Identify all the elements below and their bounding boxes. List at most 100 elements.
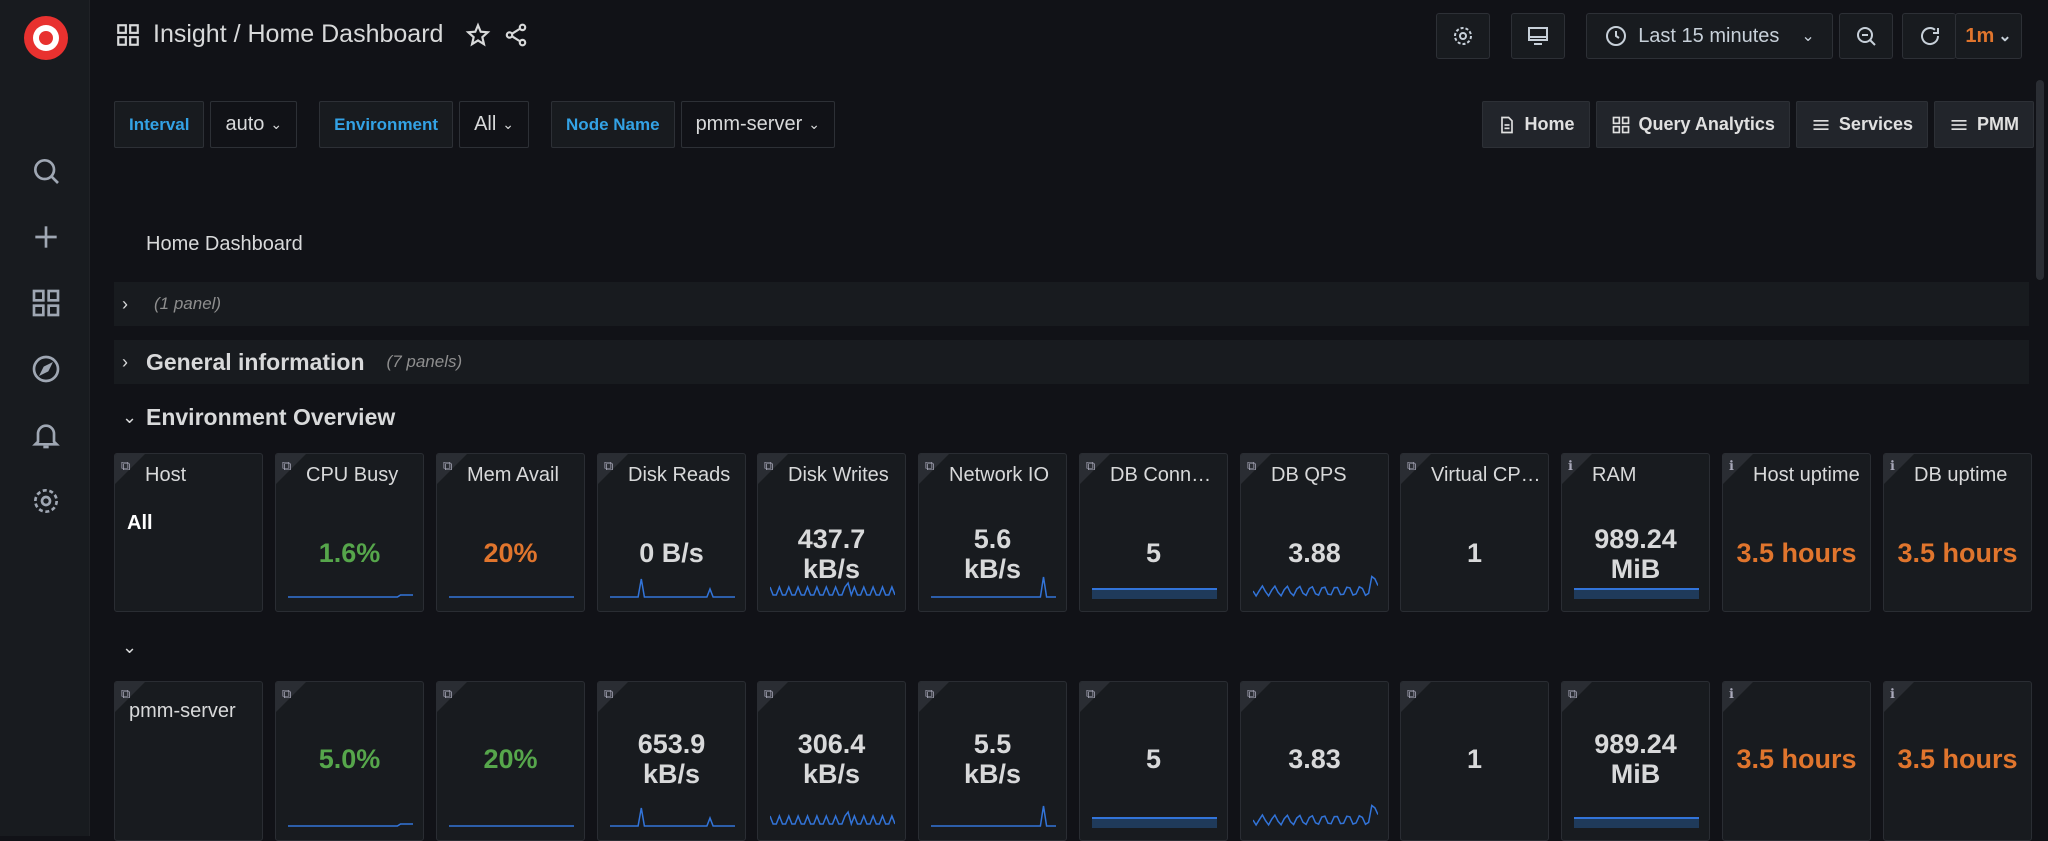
sparkline: [1092, 588, 1217, 599]
external-link-icon[interactable]: ⧉: [121, 458, 130, 474]
stat-panel[interactable]: ⧉ DB QPS 3.88: [1240, 453, 1389, 612]
plus-icon[interactable]: [26, 217, 66, 257]
stat-panel[interactable]: ⧉ pmm-server: [114, 681, 263, 841]
external-link-icon[interactable]: ⧉: [1247, 458, 1256, 474]
pmm-logo[interactable]: [24, 16, 68, 60]
info-icon[interactable]: ℹ: [1890, 458, 1895, 474]
sparkline: [1253, 804, 1378, 827]
external-link-icon[interactable]: ⧉: [1086, 458, 1095, 474]
variables-bar: Interval auto ⌄ Environment All ⌄ Node Nam…: [114, 101, 835, 148]
panel-title: Disk Writes: [788, 464, 889, 486]
stat-panel[interactable]: ⧉ DB Connections 5: [1079, 453, 1228, 612]
stat-panel[interactable]: ⧉ 3.83: [1240, 681, 1389, 841]
link-query-analytics[interactable]: Query Analytics: [1595, 101, 1790, 148]
panel-value: 0 B/s: [639, 538, 704, 568]
stat-panel[interactable]: ⧉ 306.4 kB/s: [757, 681, 906, 841]
link-home[interactable]: Home: [1481, 101, 1590, 148]
stat-panel[interactable]: ⧉ 5: [1079, 681, 1228, 841]
sparkline: [1092, 817, 1217, 828]
tv-mode-button[interactable]: [1511, 13, 1565, 59]
stat-panel[interactable]: ℹ 3.5 hours: [1883, 681, 2032, 841]
stat-panel[interactable]: ⧉ Virtual CPUs 1: [1400, 453, 1549, 612]
external-link-icon[interactable]: ⧉: [1247, 686, 1256, 702]
star-icon[interactable]: [465, 21, 491, 48]
row-environment-overview[interactable]: ⌄ Environment Overview: [114, 404, 417, 431]
page-title[interactable]: Insight / Home Dashboard: [153, 20, 443, 49]
external-link-icon[interactable]: ⧉: [1086, 686, 1095, 702]
sparkline: [610, 807, 735, 827]
info-icon[interactable]: ℹ: [1890, 686, 1895, 702]
panel-value: 3.5 hours: [1897, 538, 2018, 568]
variable-select-interval[interactable]: auto ⌄: [210, 101, 298, 148]
time-range-picker[interactable]: Last 15 minutes ⌄: [1586, 13, 1833, 59]
sparkline: [770, 810, 895, 827]
stat-panel[interactable]: ⧉ Host All: [114, 453, 263, 612]
scrollbar[interactable]: [2036, 80, 2044, 280]
stat-panel[interactable]: ⧉ Mem Avail 20%: [436, 453, 585, 612]
panel-value: 5.5 kB/s: [963, 729, 1022, 789]
zoom-out-button[interactable]: [1839, 13, 1893, 59]
stat-panel[interactable]: ⧉ Disk Reads 0 B/s: [597, 453, 746, 612]
dashboard-settings-button[interactable]: [1436, 13, 1490, 59]
stat-panel[interactable]: ⧉ CPU Busy 1.6%: [275, 453, 424, 612]
row-general-information[interactable]: › General information (7 panels): [114, 340, 2029, 384]
panel-value: 1: [1466, 538, 1483, 568]
stat-panel[interactable]: ⧉ 5.5 kB/s: [918, 681, 1067, 841]
stat-panel[interactable]: ⧉ 5.0%: [275, 681, 424, 841]
panel-corner: [1562, 454, 1592, 484]
variable-label-environment: Environment: [319, 101, 454, 148]
stat-panel[interactable]: ⧉ Network IO 5.6 kB/s: [918, 453, 1067, 612]
info-icon[interactable]: ℹ: [1729, 458, 1734, 474]
stat-panel[interactable]: ⧉ Disk Writes 437.7 kB/s: [757, 453, 906, 612]
chevron-down-icon: ⌄: [1998, 28, 2012, 45]
external-link-icon[interactable]: ⧉: [443, 686, 452, 702]
variable-select-node-name[interactable]: pmm-server ⌄: [680, 101, 835, 148]
external-link-icon[interactable]: ⧉: [282, 686, 291, 702]
chevron-down-icon: ⌄: [122, 637, 138, 657]
panel-title: Disk Reads: [628, 464, 731, 486]
stat-panel[interactable]: ⧉ 653.9 kB/s: [597, 681, 746, 841]
link-services[interactable]: Services: [1795, 101, 1928, 148]
clock-icon: [1606, 26, 1627, 46]
refresh-button[interactable]: [1902, 13, 1956, 59]
external-link-icon[interactable]: ⧉: [764, 458, 773, 474]
collapsed-row[interactable]: › (1 panel): [114, 282, 2029, 326]
stat-panel[interactable]: ⧉ 989.24 MiB: [1561, 681, 1710, 841]
panel-value: 1: [1466, 744, 1483, 774]
variable-select-environment[interactable]: All ⌄: [459, 101, 530, 148]
panel-corner: [1884, 682, 1914, 712]
panel-value: 989.24 MiB: [1594, 729, 1677, 789]
external-link-icon[interactable]: ⧉: [764, 686, 773, 702]
refresh-interval-picker[interactable]: 1m ⌄: [1955, 13, 2022, 59]
explore-compass-icon[interactable]: [26, 349, 66, 389]
alerting-bell-icon[interactable]: [26, 415, 66, 455]
dashboards-icon[interactable]: [26, 283, 66, 323]
external-link-icon[interactable]: ⧉: [604, 458, 613, 474]
external-link-icon[interactable]: ⧉: [604, 686, 613, 702]
sidebar: [0, 0, 90, 836]
external-link-icon[interactable]: ⧉: [925, 686, 934, 702]
share-icon[interactable]: [503, 22, 529, 48]
external-link-icon[interactable]: ⧉: [1568, 686, 1577, 702]
row-node-collapse[interactable]: ⌄: [114, 637, 146, 658]
external-link-icon[interactable]: ⧉: [1407, 686, 1416, 702]
search-icon[interactable]: [26, 151, 66, 191]
sparkline: [1574, 588, 1699, 599]
panel-value: 20%: [483, 538, 538, 568]
panel-corner: [1884, 454, 1914, 484]
external-link-icon[interactable]: ⧉: [1407, 458, 1416, 474]
link-pmm[interactable]: PMM: [1934, 101, 2034, 148]
settings-gear-icon[interactable]: [26, 481, 66, 521]
chevron-right-icon: ›: [122, 293, 128, 314]
stat-panel[interactable]: ⧉ 20%: [436, 681, 585, 841]
stat-panel[interactable]: ℹ DB uptime 3.5 hours: [1883, 453, 2032, 612]
stat-panel[interactable]: ℹ Host uptime 3.5 hours: [1722, 453, 1871, 612]
external-link-icon[interactable]: ⧉: [443, 458, 452, 474]
stat-panel[interactable]: ⧉ 1: [1400, 681, 1549, 841]
info-icon[interactable]: ℹ: [1568, 458, 1573, 474]
stat-panel[interactable]: ℹ RAM 989.24 MiB: [1561, 453, 1710, 612]
info-icon[interactable]: ℹ: [1729, 686, 1734, 702]
external-link-icon[interactable]: ⧉: [925, 458, 934, 474]
stat-panel[interactable]: ℹ 3.5 hours: [1722, 681, 1871, 841]
external-link-icon[interactable]: ⧉: [282, 458, 291, 474]
